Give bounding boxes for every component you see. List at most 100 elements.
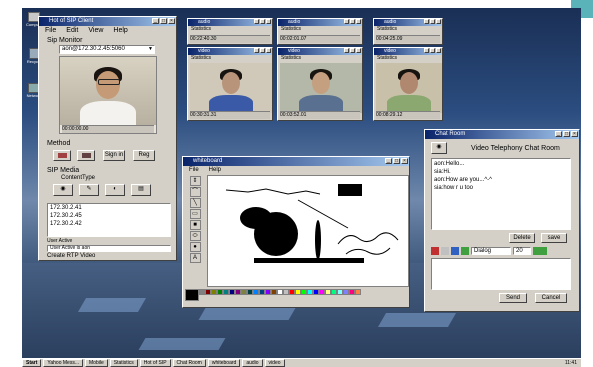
statistics-label[interactable]: Statistics: [188, 26, 272, 33]
video-timer: 00:02:01.07: [280, 36, 307, 42]
close-button[interactable]: [266, 19, 271, 24]
chat-room-window: Chat Room _ □ × ◉ Video Telephony Chat Roo…: [424, 129, 580, 312]
statistics-label[interactable]: Statistics: [278, 26, 362, 33]
maximize-button[interactable]: [430, 48, 435, 53]
close-button[interactable]: [436, 19, 441, 24]
chat-camera-button[interactable]: ◉: [431, 142, 447, 154]
color-icon[interactable]: [451, 247, 459, 255]
bold-icon[interactable]: [431, 247, 439, 255]
statistics-label[interactable]: Statistics: [374, 26, 442, 33]
close-button[interactable]: [266, 48, 271, 53]
statistics-label[interactable]: Statistics: [278, 55, 362, 62]
minimize-button[interactable]: [344, 48, 349, 53]
font-size-select[interactable]: 20: [513, 247, 531, 255]
media-audio-button[interactable]: ◐: [105, 184, 125, 196]
emoticon-icon[interactable]: [461, 247, 469, 255]
window-title: whiteboard: [193, 158, 223, 164]
insert-icon[interactable]: [533, 247, 547, 255]
ellipse-tool[interactable]: ⬭: [189, 231, 201, 241]
select-tool[interactable]: ⇕: [189, 176, 201, 186]
menu-help[interactable]: Help: [113, 26, 127, 35]
menu-help[interactable]: Help: [209, 166, 221, 174]
maximize-button[interactable]: [260, 48, 265, 53]
ip-list-item[interactable]: 172.30.2.41: [50, 204, 170, 212]
close-button[interactable]: [356, 48, 361, 53]
filled-ellipse-tool[interactable]: ●: [189, 242, 201, 252]
maximize-button[interactable]: [260, 19, 265, 24]
user-active-text: User Active is aon: [50, 245, 91, 251]
whiteboard-canvas[interactable]: [207, 175, 409, 287]
statistics-label[interactable]: Statistics: [188, 55, 272, 62]
chat-input[interactable]: [431, 258, 571, 290]
maximize-button[interactable]: □: [563, 131, 570, 137]
minimize-button[interactable]: _: [385, 158, 392, 164]
close-button[interactable]: ×: [168, 18, 175, 24]
maximize-button[interactable]: □: [393, 158, 400, 164]
minimize-button[interactable]: [424, 48, 429, 53]
maximize-button[interactable]: [430, 19, 435, 24]
color-palette: [185, 289, 405, 303]
media-chat-button[interactable]: ▤: [131, 184, 151, 196]
minimize-button[interactable]: _: [152, 18, 159, 24]
close-button[interactable]: ×: [571, 131, 578, 137]
minimize-button[interactable]: _: [555, 131, 562, 137]
ip-list-item[interactable]: 172.30.2.42: [50, 220, 170, 228]
video-window: video Statistics 00:30:31.31: [187, 47, 273, 121]
floor-tile: [138, 338, 226, 350]
pencil-tool[interactable]: ⌒: [189, 187, 201, 197]
sip-client-window: Hot of SIP Client _ □ × File Edit View Hel…: [38, 16, 177, 261]
media-draw-button[interactable]: ✎: [79, 184, 99, 196]
maximize-button[interactable]: [350, 48, 355, 53]
hangup-button[interactable]: [77, 150, 95, 161]
close-button[interactable]: ×: [401, 158, 408, 164]
chat-message: aon:How are you...^-^: [434, 177, 492, 183]
minimize-button[interactable]: [254, 48, 259, 53]
save-button[interactable]: save: [541, 233, 567, 243]
ip-list-item[interactable]: 172.30.2.45: [50, 212, 170, 220]
filled-rectangle-tool[interactable]: ■: [189, 220, 201, 230]
signin-button[interactable]: Sign in: [103, 150, 125, 161]
text-tool[interactable]: A: [189, 253, 201, 263]
taskbar-item-label: audio: [246, 360, 259, 366]
call-button[interactable]: [53, 150, 71, 161]
maximize-button[interactable]: [350, 19, 355, 24]
tool-palette: ⇕ ⌒ ╲ ▭ ■ ⬭ ● A: [186, 175, 204, 281]
chat-message: sia:Hi.: [434, 169, 451, 175]
font-select[interactable]: Dialog: [471, 247, 511, 255]
line-tool[interactable]: ╲: [189, 198, 201, 208]
close-button[interactable]: [356, 19, 361, 24]
audio-titlebar: audio: [278, 19, 362, 26]
close-button[interactable]: [436, 48, 441, 53]
maximize-button[interactable]: □: [160, 18, 167, 24]
minimize-button[interactable]: [254, 19, 259, 24]
color-swatch[interactable]: [355, 289, 361, 295]
statistics-label[interactable]: Statistics: [374, 55, 442, 62]
person-head: [222, 72, 240, 94]
user-active-label: User Active: [47, 238, 73, 244]
cancel-button[interactable]: Cancel: [535, 293, 567, 303]
ip-list[interactable]: 172.30.2.41 172.30.2.45 172.30.2.42: [47, 203, 171, 237]
media-camera-button[interactable]: ◉: [53, 184, 73, 196]
menu-edit[interactable]: Edit: [66, 26, 78, 35]
delete-button[interactable]: Delete: [509, 233, 535, 243]
rectangle-tool[interactable]: ▭: [189, 209, 201, 219]
video-status: 00:30:31.31: [190, 111, 270, 119]
menu-view[interactable]: View: [88, 26, 103, 35]
camera-icon: ◉: [60, 186, 66, 192]
send-label: Send: [505, 295, 520, 301]
italic-icon[interactable]: [441, 247, 449, 255]
minimize-button[interactable]: [344, 19, 349, 24]
chat-transcript[interactable]: aon:Hello... sia:Hi. aon:How are you...^…: [431, 158, 571, 230]
minimize-button[interactable]: [424, 19, 429, 24]
menu-file[interactable]: File: [45, 26, 56, 35]
taskbar-item-label: whiteboard: [211, 360, 237, 366]
send-button[interactable]: Send: [499, 293, 527, 303]
taskbar-item-label: Hot of SIP: [143, 360, 167, 366]
address-select[interactable]: aon@172.30.2.45:5060 ▼: [59, 45, 155, 54]
menu-file[interactable]: File: [189, 166, 199, 174]
chevron-down-icon: ▼: [148, 46, 153, 52]
reg-button[interactable]: Reg: [133, 150, 155, 161]
color-swatch[interactable]: [185, 289, 199, 301]
save-label: save: [547, 235, 561, 241]
video-window: video Statistics 00:08:29.12: [373, 47, 443, 121]
